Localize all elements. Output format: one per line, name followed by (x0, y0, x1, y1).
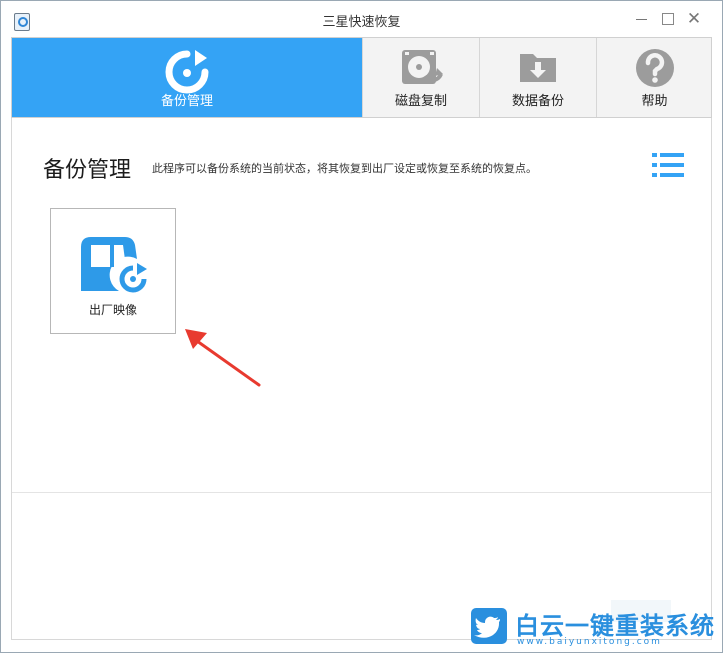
card-label: 出厂映像 (88, 303, 137, 317)
watermark: 白云一键重装系统 www.baiyunxitong.com (471, 600, 721, 650)
watermark-title: 白云一键重装系统 (515, 612, 715, 640)
tab-backup-management[interactable]: 备份管理 (12, 38, 362, 117)
disk-copy-icon (402, 50, 443, 84)
tab-help[interactable]: 帮助 (596, 38, 712, 117)
tab-label: 备份管理 (160, 94, 213, 109)
factory-image-icon (81, 237, 148, 294)
twitter-bird-icon (474, 616, 500, 638)
tab-disk-copy[interactable]: 磁盘复制 (362, 38, 479, 117)
content-panel: 备份管理 此程序可以备份系统的当前状态，将其恢复到出厂设定或恢复至系统的恢复点。… (11, 118, 712, 640)
page-title: 备份管理 (43, 158, 132, 183)
tab-label: 帮助 (641, 94, 668, 109)
main-nav: 备份管理 磁盘复制 数据备份 帮助 (11, 37, 712, 118)
window-title: 三星快速恢复 (322, 15, 401, 30)
app-window: 三星快速恢复 ✕ 备份管理 磁盘复制 数据备份 帮助 备份管理 此程序可以备份系… (0, 0, 723, 653)
watermark-url: www.baiyunxitong.com (517, 637, 662, 647)
content-divider (12, 492, 711, 493)
factory-image-card[interactable]: 出厂映像 (50, 208, 176, 334)
list-view-icon[interactable] (652, 152, 684, 178)
title-bar[interactable]: 三星快速恢复 ✕ (1, 1, 722, 37)
maximize-button[interactable] (657, 8, 679, 30)
close-icon: ✕ (686, 9, 702, 29)
maximize-icon (662, 13, 674, 25)
minimize-button[interactable] (630, 8, 652, 30)
annotation-arrow-icon (185, 329, 261, 387)
tab-label: 数据备份 (511, 94, 564, 109)
close-button[interactable]: ✕ (683, 8, 705, 30)
tab-label: 磁盘复制 (394, 94, 447, 109)
tab-data-backup[interactable]: 数据备份 (479, 38, 596, 117)
help-icon (635, 49, 674, 87)
folder-download-icon (520, 54, 556, 82)
minimize-icon (635, 18, 647, 20)
page-description: 此程序可以备份系统的当前状态，将其恢复到出厂设定或恢复至系统的恢复点。 (152, 162, 537, 175)
twitter-bird-icon (471, 608, 507, 644)
